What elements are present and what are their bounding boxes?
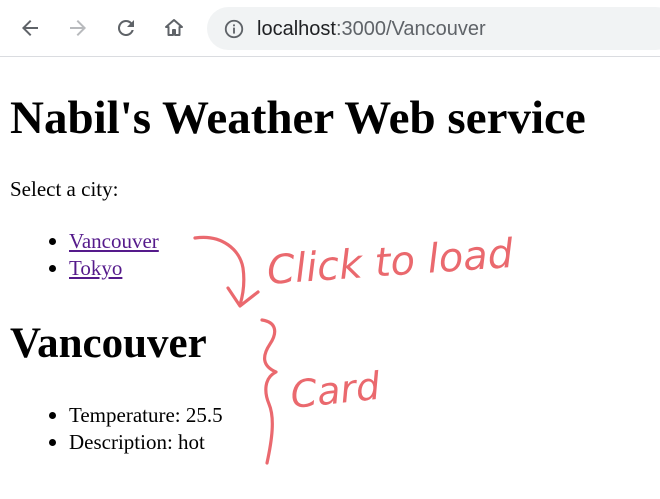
city-heading: Vancouver — [10, 320, 207, 367]
annotation-arrowhead — [226, 286, 260, 308]
weather-card: Temperature: 25.5 Description: hot — [10, 402, 223, 456]
url-host: localhost — [257, 18, 336, 40]
back-button[interactable] — [15, 13, 45, 43]
annotation-arrow — [193, 235, 246, 307]
page-title: Nabil's Weather Web service — [10, 92, 586, 144]
list-item: Vancouver — [10, 228, 159, 255]
list-item: Temperature: 25.5 — [10, 402, 223, 429]
url-path: :3000/Vancouver — [335, 18, 486, 40]
click-to-load-note: Click to load — [265, 231, 515, 294]
list-item: Tokyo — [10, 255, 159, 282]
reload-icon — [117, 19, 134, 36]
reload-button[interactable] — [111, 13, 141, 43]
city-link-tokyo[interactable]: Tokyo — [69, 256, 122, 280]
arrow-right-icon — [70, 20, 86, 36]
home-icon — [165, 19, 183, 36]
card-note: Card — [288, 364, 383, 417]
city-link-vancouver[interactable]: Vancouver — [69, 229, 159, 253]
list-item: Description: hot — [10, 429, 223, 456]
temperature-text: Temperature: 25.5 — [69, 403, 223, 427]
forward-button[interactable] — [63, 13, 93, 43]
browser-toolbar: localhost:3000/Vancouver — [0, 0, 660, 57]
address-bar[interactable]: localhost:3000/Vancouver — [207, 7, 660, 50]
url-text[interactable]: localhost:3000/Vancouver — [257, 17, 486, 41]
info-icon[interactable] — [223, 18, 245, 40]
city-prompt: Select a city: — [10, 177, 119, 201]
annotation-brace — [260, 318, 278, 465]
arrow-left-icon — [22, 20, 38, 36]
home-button[interactable] — [159, 13, 189, 43]
description-text: Description: hot — [69, 430, 205, 454]
city-list: Vancouver Tokyo — [10, 228, 159, 282]
